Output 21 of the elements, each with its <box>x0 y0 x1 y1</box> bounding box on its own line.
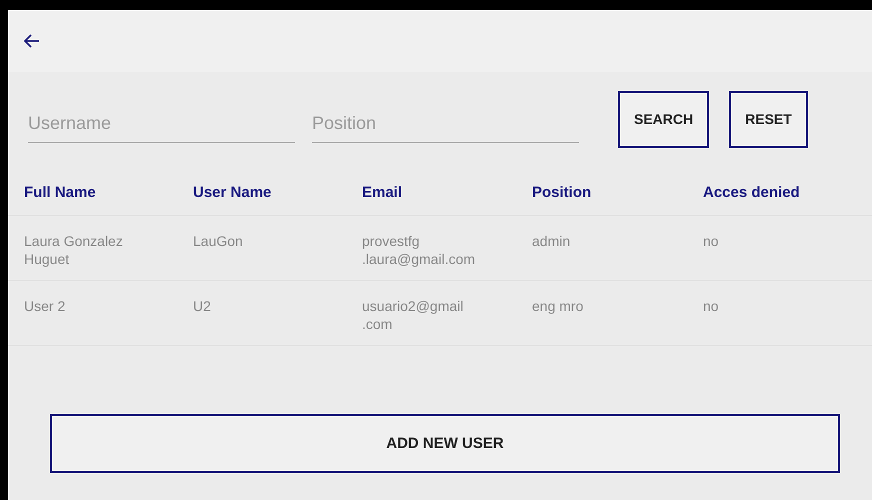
column-header: Position <box>532 184 592 201</box>
table-cell-text: User 2 <box>24 297 66 316</box>
text-field[interactable]: Username <box>28 105 295 143</box>
reset-button[interactable]: RESET <box>729 90 808 148</box>
table-cell-text: admin <box>532 232 572 251</box>
text-field[interactable]: Position <box>312 105 579 143</box>
back-icon[interactable] <box>24 34 40 48</box>
table-cell-text: no <box>703 297 720 316</box>
table-cell-text: Laura Gonzalez Huguet <box>24 232 124 268</box>
column-header: Acces denied <box>703 184 801 201</box>
table-cell-text: LauGon <box>193 232 244 251</box>
column-header: Email <box>362 184 404 201</box>
table-cell-text: usuario2@gmail .com <box>362 297 464 333</box>
table-cell-text: eng mro <box>532 297 584 316</box>
search-button[interactable]: SEARCH <box>618 90 710 148</box>
column-header: Full Name <box>24 184 97 201</box>
column-header: User Name <box>193 184 272 201</box>
table-cell-text: no <box>703 232 720 251</box>
add-user-button[interactable]: ADD NEW USER <box>50 414 840 473</box>
table-cell-text: provestfg .laura@gmail.com <box>362 232 476 268</box>
table-cell-text: U2 <box>193 297 212 316</box>
